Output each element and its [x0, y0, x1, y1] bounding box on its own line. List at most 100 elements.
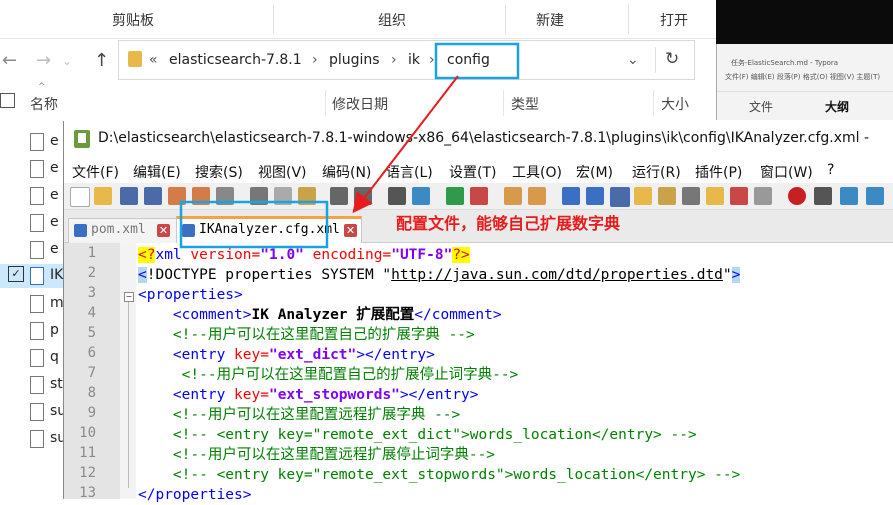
redo-icon[interactable]	[354, 187, 372, 205]
typora-window[interactable]: 任务-ElasticSearch.md - Typora 文件(F) 编辑(E)…	[716, 44, 893, 120]
menu-settings[interactable]: 设置(T)	[449, 162, 496, 182]
typora-tab-outline[interactable]: 大纲	[825, 98, 849, 115]
play-macro-icon[interactable]	[840, 187, 858, 205]
sync-vertical-icon[interactable]	[504, 187, 522, 205]
line-number-gutter[interactable]: 1 2 3 4 5 6 7 8 9 10 11 12 13	[64, 243, 120, 501]
breadcrumb-plugins[interactable]: plugins	[329, 52, 380, 68]
select-all-checkbox[interactable]	[0, 93, 15, 108]
column-date[interactable]: 修改日期	[332, 94, 388, 114]
typora-tab-files[interactable]: 文件	[749, 98, 773, 115]
column-separator[interactable]	[503, 90, 504, 116]
file-row[interactable]: su	[0, 400, 70, 424]
file-row[interactable]: e	[0, 238, 70, 262]
replace-icon[interactable]	[412, 187, 430, 205]
menu-search[interactable]: 搜索(S)	[195, 162, 243, 182]
ribbon-group-new[interactable]: 新建	[536, 10, 564, 30]
menu-help[interactable]: ?	[827, 162, 834, 178]
save-all-icon[interactable]	[144, 187, 162, 205]
menu-window[interactable]: 窗口(W)	[760, 162, 813, 182]
run-macro-multiple-icon[interactable]	[866, 187, 884, 205]
refresh-icon[interactable]: ↻	[665, 49, 679, 69]
new-file-icon[interactable]	[70, 187, 90, 207]
view-icon[interactable]	[754, 187, 772, 205]
indent-guide-icon[interactable]	[610, 187, 630, 207]
sync-horizontal-icon[interactable]	[528, 187, 546, 205]
address-dropdown-icon[interactable]: ⌄	[627, 52, 639, 68]
undo-icon[interactable]	[330, 187, 348, 205]
file-name: e	[50, 160, 59, 176]
ribbon-group-organize[interactable]: 组织	[378, 10, 406, 30]
tab-close-icon[interactable]: ✕	[157, 224, 170, 237]
menu-language[interactable]: 语言(L)	[386, 162, 433, 182]
open-file-icon[interactable]	[94, 187, 112, 205]
code-line-2: <!DOCTYPE properties SYSTEM "http://java…	[138, 265, 741, 285]
breadcrumb-separator[interactable]: ›	[312, 52, 318, 68]
paste-icon[interactable]	[298, 187, 316, 205]
comment-text: IK Analyzer 扩展配置	[251, 307, 415, 323]
print-icon[interactable]	[216, 187, 234, 205]
show-all-chars-icon[interactable]	[586, 187, 604, 205]
save-icon[interactable]	[120, 187, 138, 205]
close-file-icon[interactable]	[168, 187, 186, 205]
cut-icon[interactable]	[250, 187, 268, 205]
file-row[interactable]: p	[0, 319, 70, 343]
fold-toggle-icon[interactable]: −	[124, 292, 134, 302]
file-row[interactable]: q	[0, 346, 70, 370]
file-row[interactable]: su	[0, 427, 70, 451]
file-row[interactable]: e	[0, 130, 70, 154]
breadcrumb-ik[interactable]: ik	[408, 52, 420, 68]
column-separator[interactable]	[653, 90, 654, 116]
copy-icon[interactable]	[274, 187, 292, 205]
menu-plugins[interactable]: 插件(P)	[695, 162, 742, 182]
language-udl-icon[interactable]	[634, 187, 652, 205]
up-arrow-icon[interactable]: ↑	[94, 50, 109, 71]
monitoring-icon[interactable]	[730, 187, 748, 205]
column-name[interactable]: 名称	[30, 94, 58, 114]
tab-close-icon[interactable]: ✕	[344, 224, 357, 237]
ribbon-group-clipboard[interactable]: 剪贴板	[112, 10, 154, 30]
word-wrap-icon[interactable]	[562, 187, 580, 205]
column-size[interactable]: 大小	[661, 94, 689, 114]
menu-macro[interactable]: 宏(M)	[576, 162, 613, 182]
menu-encoding[interactable]: 编码(N)	[322, 162, 371, 182]
record-macro-icon[interactable]	[788, 187, 806, 205]
menu-edit[interactable]: 编辑(E)	[133, 162, 181, 182]
typora-menu[interactable]: 文件(F) 编辑(E) 段落(P) 格式(O) 视图(V) 主题(T)	[725, 72, 880, 82]
ribbon-group-open[interactable]: 打开	[660, 10, 688, 30]
find-icon[interactable]	[388, 187, 406, 205]
column-separator[interactable]	[325, 90, 326, 116]
menu-file[interactable]: 文件(F)	[72, 162, 119, 182]
stop-macro-icon[interactable]	[814, 187, 832, 205]
file-row[interactable]: m	[0, 292, 70, 316]
row-checkbox[interactable]: ✓	[8, 266, 24, 282]
file-row[interactable]: e	[0, 184, 70, 208]
tab-ikanalyzer-cfg-xml[interactable]: IKAnalyzer.cfg.xml ✕	[176, 216, 362, 245]
address-bar[interactable]: « elasticsearch-7.8.1 › plugins › ik › c…	[118, 40, 695, 80]
recent-locations-chevron-icon[interactable]: ⌄	[62, 54, 72, 68]
breadcrumb-elasticsearch[interactable]: elasticsearch-7.8.1	[169, 52, 302, 68]
column-type[interactable]: 类型	[511, 94, 539, 114]
address-overflow[interactable]: «	[149, 52, 158, 68]
breadcrumb-config[interactable]: config	[447, 52, 490, 68]
zoom-out-icon[interactable]	[470, 187, 488, 205]
code-editor[interactable]: <?xml version="1.0" encoding="UTF-8"?> <…	[136, 243, 893, 503]
file-row[interactable]: e	[0, 211, 70, 235]
function-list-icon[interactable]	[682, 187, 700, 205]
close-all-icon[interactable]	[192, 187, 210, 205]
doctype-url[interactable]: http://java.sun.com/dtd/properties.dtd	[391, 267, 723, 283]
doc-map-icon[interactable]	[658, 187, 676, 205]
tab-pom-xml[interactable]: pom.xml ✕	[68, 218, 178, 243]
back-arrow-icon[interactable]: ←	[2, 50, 17, 71]
file-row[interactable]: st	[0, 373, 70, 397]
menu-run[interactable]: 运行(R)	[632, 162, 681, 182]
menu-view[interactable]: 视图(V)	[258, 162, 307, 182]
breadcrumb-separator[interactable]: ›	[429, 52, 435, 68]
tab-label: IKAnalyzer.cfg.xml	[199, 222, 340, 237]
forward-arrow-icon[interactable]: →	[36, 50, 51, 71]
breadcrumb-separator[interactable]: ›	[391, 52, 397, 68]
file-row[interactable]: e	[0, 157, 70, 181]
folder-workspace-icon[interactable]	[706, 187, 724, 205]
zoom-in-icon[interactable]	[446, 187, 464, 205]
menu-tools[interactable]: 工具(O)	[512, 162, 562, 182]
